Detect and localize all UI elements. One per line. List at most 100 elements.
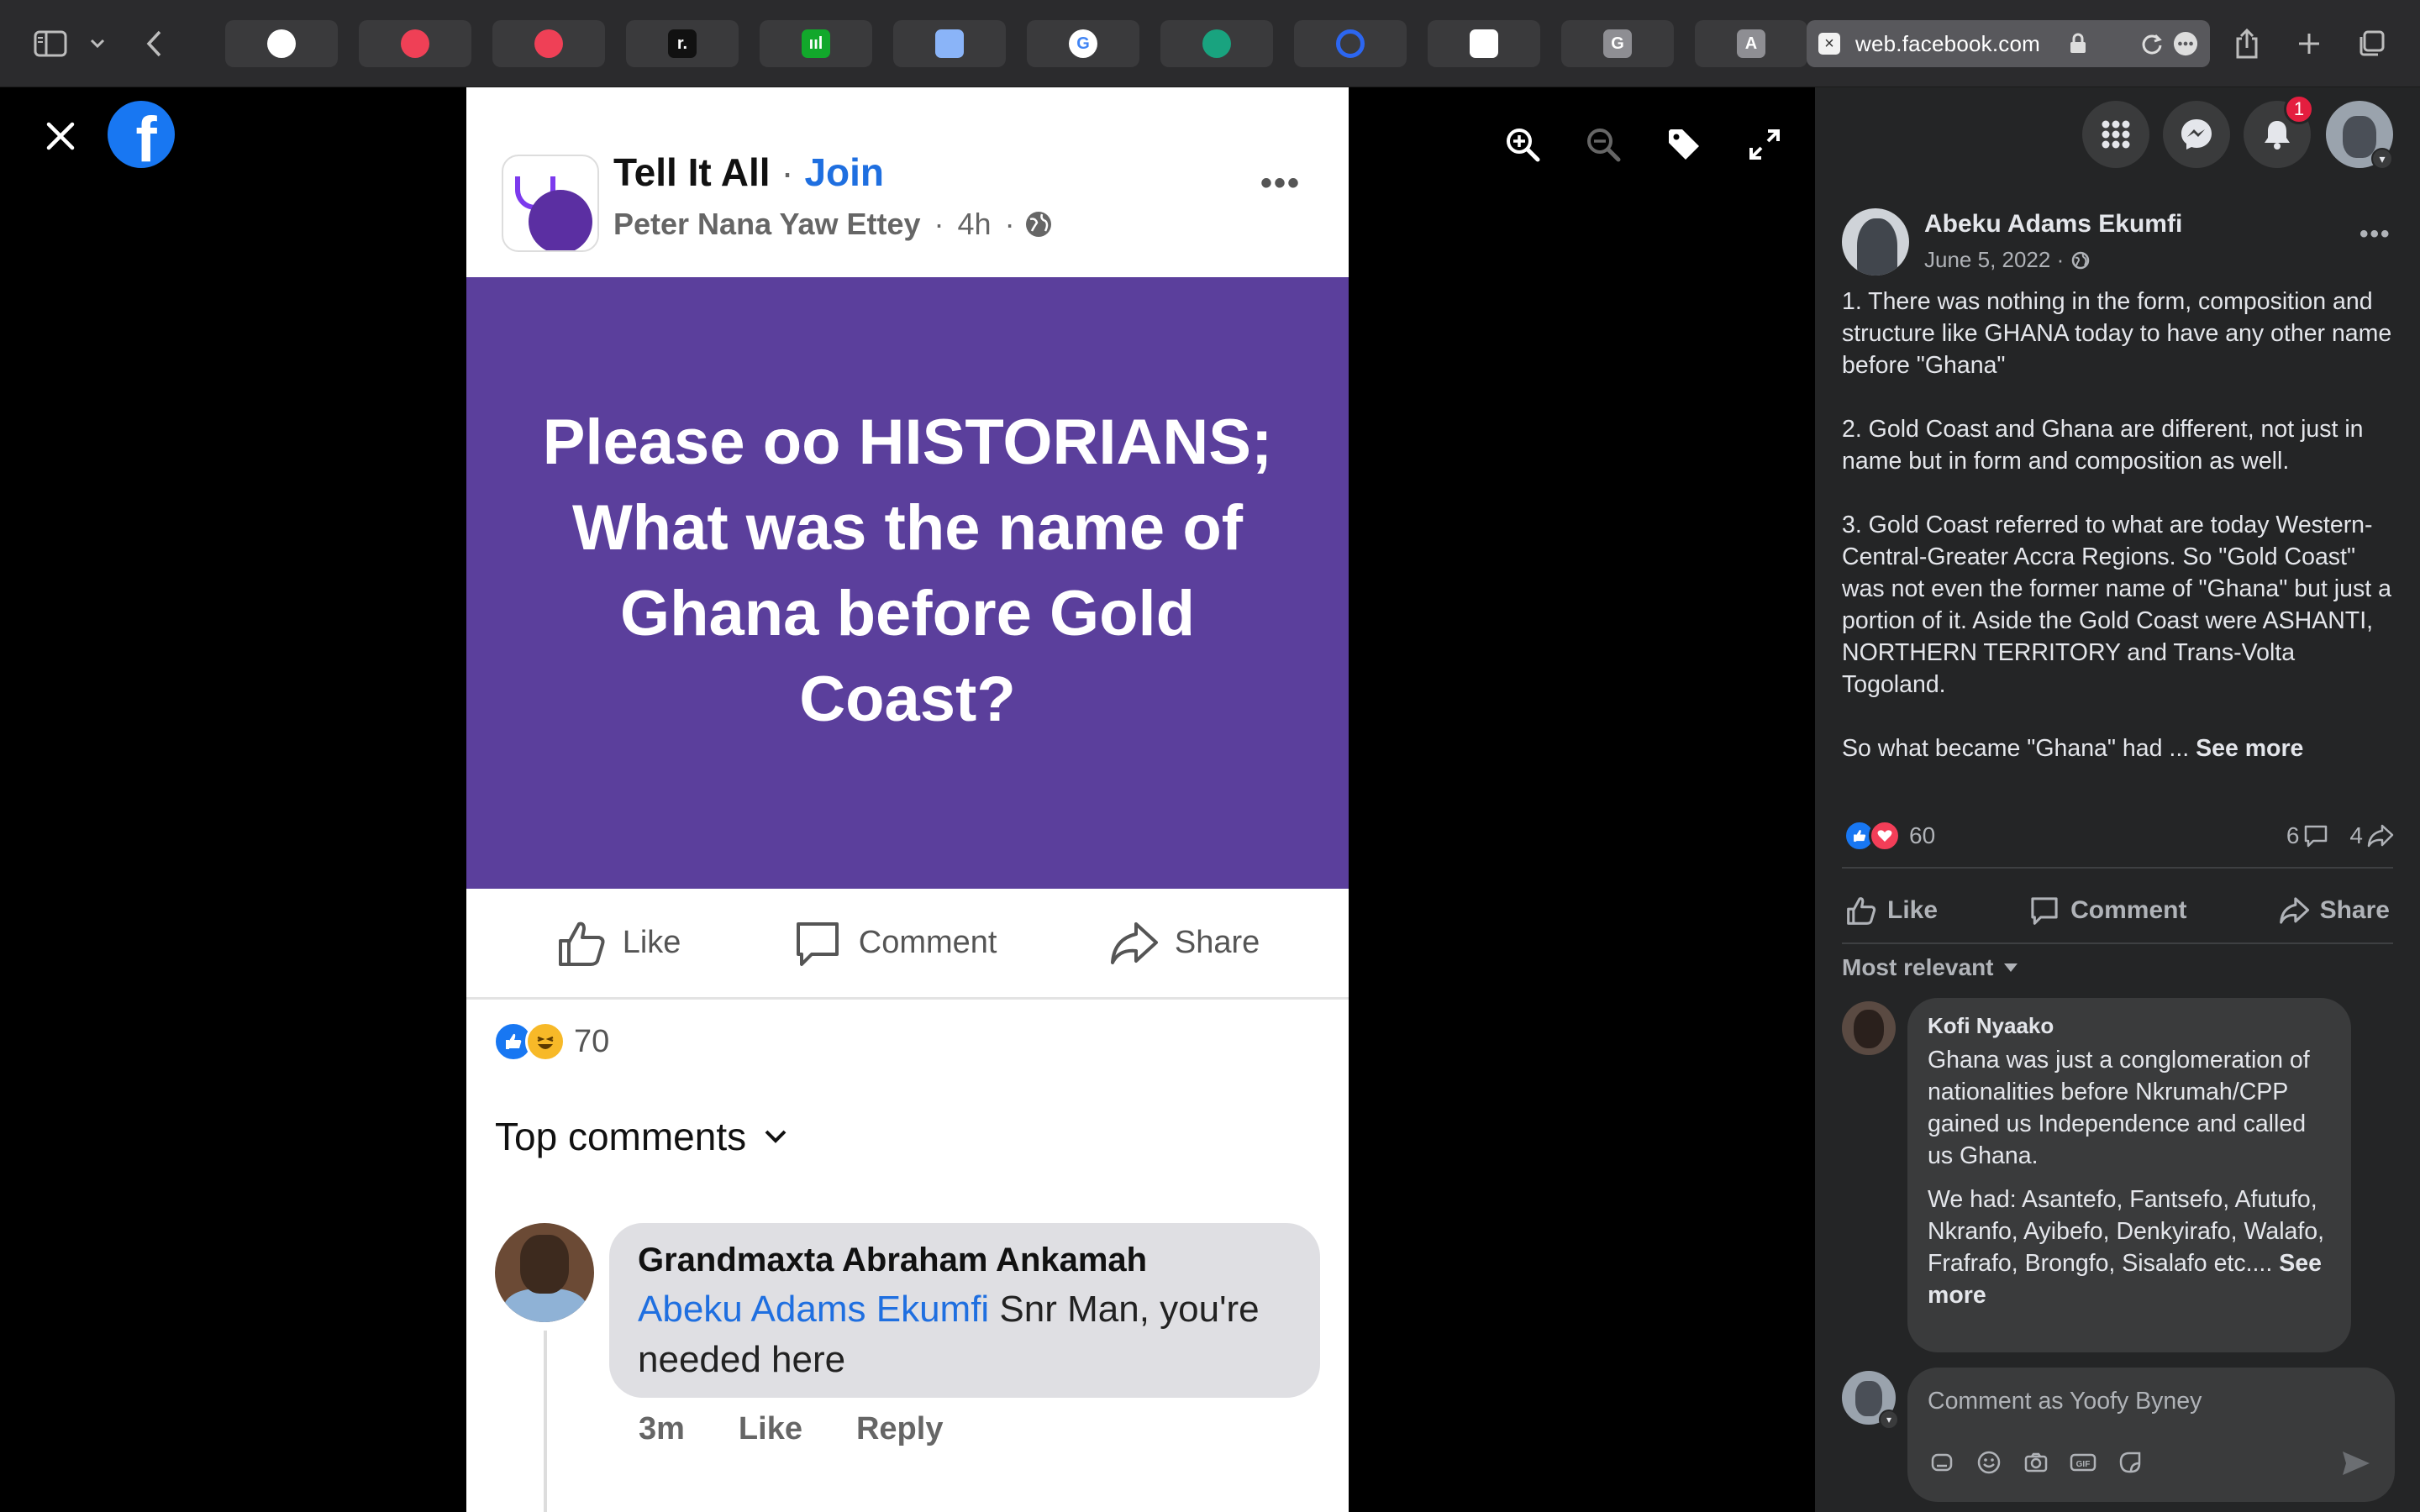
photo-author: Peter Nana Yaw Ettey [613,207,921,241]
photo-comment-action: Comment [792,917,997,969]
chevron-down-icon[interactable]: ▾ [1879,1410,1899,1430]
tab-overview-icon[interactable] [2353,25,2390,62]
photo-action-bar: Like Comment Share [466,889,1349,1000]
messenger-icon[interactable] [2163,101,2230,168]
browser-tab[interactable] [1428,20,1540,67]
fullscreen-icon[interactable] [1746,126,1783,163]
photo-post-time: 4h [957,207,992,241]
camera-icon[interactable] [2022,1448,2050,1477]
svg-text:GIF: GIF [2076,1460,2091,1469]
zoom-out-icon[interactable] [1585,126,1622,163]
like-button[interactable]: Like [1845,895,1938,927]
reload-icon[interactable] [2139,31,2165,56]
more-icon[interactable] [2173,31,2198,56]
comment-button[interactable]: Comment [2028,895,2186,927]
share-button[interactable]: Share [2278,895,2390,927]
account-chevron-icon[interactable]: ▾ [2371,148,2393,170]
institution-icon [1470,29,1498,58]
haha-reaction-icon [525,1021,566,1062]
photo-share-action: Share [1107,917,1260,969]
post-author-avatar[interactable] [1842,208,1909,276]
reaction-count[interactable]: 60 [1909,822,1935,849]
comments-count[interactable]: 6 [2286,822,2330,849]
photo-post-header: Tell It All · Join Peter Nana Yaw Ettey … [466,87,1349,277]
comment-composer: GIF [1907,1368,2395,1502]
photo-post-meta: Peter Nana Yaw Ettey · 4h · [613,207,1054,242]
commenter-avatar[interactable] [1842,1001,1896,1055]
comment-author[interactable]: Kofi Nyaako [1928,1013,2331,1039]
comment-input[interactable] [1928,1383,2365,1420]
post-author-name[interactable]: Abeku Adams Ekumfi [1924,210,2182,239]
readwise-icon: r. [668,29,697,58]
browser-tab[interactable] [492,20,605,67]
share-icon[interactable] [2228,25,2265,62]
notifications-bell-icon[interactable]: 1 [2244,94,2314,168]
sticker-icon[interactable] [2116,1448,2144,1477]
active-tab-facebook[interactable]: × web.facebook.com [1807,20,2210,67]
gif-icon[interactable]: GIF [2069,1448,2097,1477]
comment-sort-dropdown[interactable]: Most relevant [1842,954,2019,981]
browser-tab[interactable]: G [1027,20,1139,67]
chevron-down-icon [765,1130,786,1143]
post-more-options-icon[interactable]: ••• [2360,220,2391,249]
browser-tab[interactable] [1294,20,1407,67]
zoom-in-icon[interactable] [1504,126,1541,163]
post-paragraph-2: 2. Gold Coast and Ghana are different, n… [1842,416,2364,475]
url-text[interactable]: web.facebook.com [1855,31,2057,57]
new-tab-icon[interactable] [2291,25,2328,62]
chevron-down-icon[interactable] [79,25,116,62]
back-icon[interactable] [136,25,173,62]
post-image-text-card: Please oo HISTORIANS; What was the name … [466,277,1349,889]
comment-text: Ghana was just a conglomeration of natio… [1928,1047,2325,1309]
facebook-logo-icon[interactable]: f [108,101,175,168]
group-title: Tell It All · Join [613,150,885,194]
group-avatar [502,155,599,252]
photo-comment-text: Abeku Adams Ekumfi Snr Man, you're neede… [638,1289,1260,1380]
thumbs-up-icon [558,921,605,966]
post-stats: 60 6 4 [1844,820,2395,852]
post-details-panel: 1 ▾ Abeku Adams Ekumfi June 5, 2022 · ••… [1815,87,2420,1512]
post-paragraph-4: So what became "Ghana" had ... See more [1842,735,2304,762]
shares-count[interactable]: 4 [2349,822,2395,849]
more-options-icon: ••• [1260,165,1302,202]
globe-icon [1025,212,1051,237]
post-photo[interactable]: Tell It All · Join Peter Nana Yaw Ettey … [466,87,1349,1512]
send-icon[interactable] [2339,1446,2373,1480]
comment-bubble: Kofi Nyaako Ghana was just a conglomerat… [1907,998,2351,1352]
see-more-link[interactable]: See more [2196,735,2303,762]
browser-tab[interactable] [225,20,338,67]
letter-g-icon: G [1603,29,1632,58]
photo-comment-bubble: Grandmaxta Abraham Ankamah Abeku Adams E… [609,1223,1320,1398]
menu-grid-icon[interactable] [2082,101,2149,168]
tag-icon[interactable] [1665,126,1702,163]
browser-tab[interactable] [893,20,1006,67]
photo-reaction-count: 70 [574,1023,610,1059]
photo-comment-author: Grandmaxta Abraham Ankamah [638,1242,1148,1278]
browser-toolbar: r. ııl G G A × web.facebook.com [0,0,2420,87]
photo-like-action: Like [555,917,681,969]
browser-tab[interactable]: r. [626,20,739,67]
avatar-sticker-icon[interactable] [1928,1448,1956,1477]
close-viewer-icon[interactable] [42,118,79,155]
join-link: Join [804,150,885,194]
emoji-icon[interactable] [1975,1448,2003,1477]
notification-badge: 1 [2284,94,2314,124]
pocket-icon [401,29,429,58]
browser-tab[interactable]: ııl [760,20,872,67]
divider [1842,867,2393,869]
browser-tab[interactable] [359,20,471,67]
close-tab-icon[interactable]: × [1818,33,1840,55]
comment-icon [2305,825,2328,848]
browser-tab[interactable]: A [1695,20,1807,67]
sidebar-toggle-icon[interactable] [32,25,69,62]
github-icon [267,29,296,58]
thumbs-up-icon [1847,897,1876,925]
browser-tab[interactable]: G [1561,20,1674,67]
app-icon: ııl [802,29,830,58]
pocket-icon [534,29,563,58]
browser-tab[interactable] [1160,20,1273,67]
google-icon: G [1069,29,1097,58]
lock-icon [2065,31,2091,56]
commenter-avatar [495,1223,594,1322]
top-comments-selector: Top comments [495,1114,788,1159]
